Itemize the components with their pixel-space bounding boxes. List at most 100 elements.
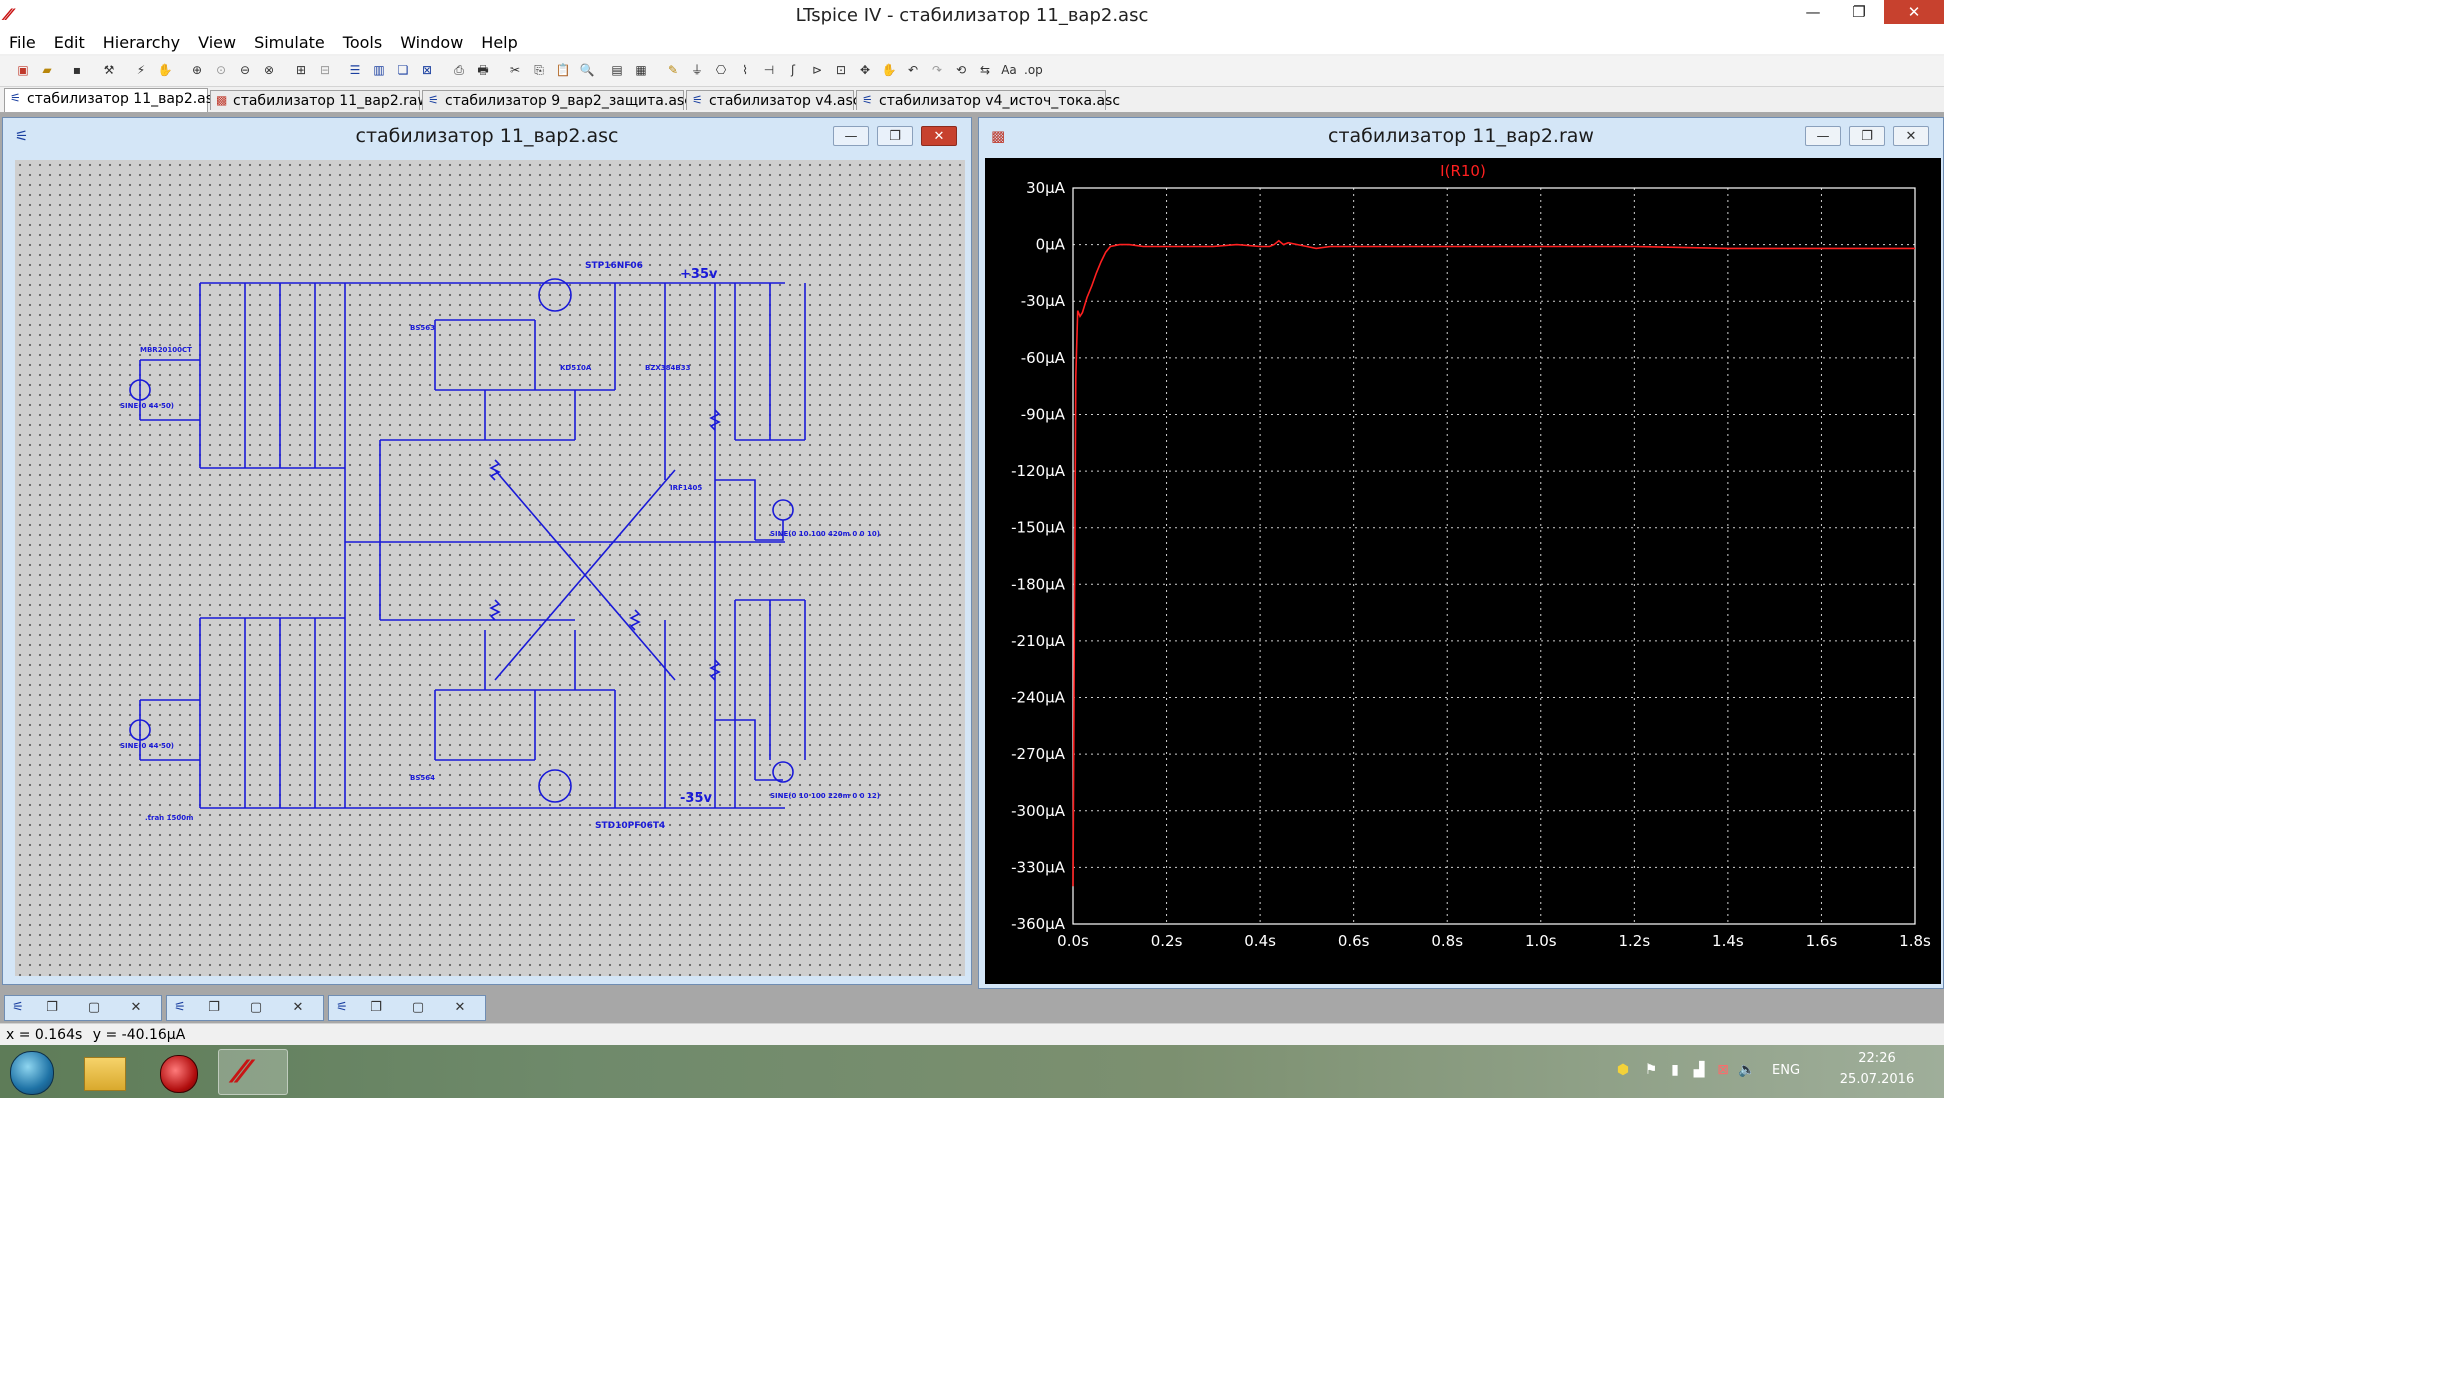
menu-tools[interactable]: Tools	[334, 32, 391, 54]
maximize-button[interactable]: ❐	[1836, 0, 1882, 24]
plot-close-button[interactable]: ✕	[1893, 126, 1929, 146]
volume-icon[interactable]: 🔈	[1738, 1061, 1756, 1079]
zoom-fit-icon[interactable]: ⊗	[260, 61, 278, 79]
spice-directive-icon[interactable]: .op	[1024, 61, 1043, 79]
zoom-in-icon[interactable]: ⊕	[188, 61, 206, 79]
cascade-icon[interactable]: ❏	[394, 61, 412, 79]
plot-window-titlebar[interactable]: ▩ стабилизатор 11_вар2.raw — ❐ ✕	[979, 118, 1943, 152]
schematic-icon: ⚟	[336, 1000, 348, 1015]
menu-edit[interactable]: Edit	[45, 32, 94, 54]
schematic-minimize-button[interactable]: —	[833, 126, 869, 146]
printer-icon[interactable]: ▦	[632, 61, 650, 79]
schematic-restore-button[interactable]: ❐	[877, 126, 913, 146]
close-icon[interactable]: ✕	[125, 999, 147, 1017]
drag-icon[interactable]: ✋	[880, 61, 898, 79]
schematic-window-titlebar[interactable]: ⚟ стабилизатор 11_вар2.asc — ❐ ✕	[3, 118, 971, 152]
menu-help[interactable]: Help	[472, 32, 526, 54]
flag-icon[interactable]: ⚑	[1642, 1061, 1660, 1079]
schematic-window[interactable]: ⚟ стабилизатор 11_вар2.asc — ❐ ✕ +35v -3…	[2, 117, 972, 985]
print-icon[interactable]: 🖶	[474, 61, 492, 79]
battery-icon[interactable]: ▮	[1666, 1061, 1684, 1079]
clock-time[interactable]: 22:26	[1832, 1051, 1922, 1066]
tile-vertical-icon[interactable]: ▥	[370, 61, 388, 79]
tab-waveform-main[interactable]: ▩ стабилизатор 11_вар2.raw	[210, 90, 429, 110]
print2-icon[interactable]: ▤	[608, 61, 626, 79]
control-panel-icon[interactable]: ⚒	[100, 61, 118, 79]
network-error-icon[interactable]: ⊠	[1714, 1061, 1732, 1079]
redo-icon[interactable]: ↷	[928, 61, 946, 79]
component-icon[interactable]: ⊡	[832, 61, 850, 79]
tab-schematic-protection[interactable]: ⚟ стабилизатор 9_вар2_защита.asc	[422, 90, 692, 110]
schematic-canvas[interactable]: +35v -35v STP16NF06 STD10PF06T4 .tran 15…	[15, 160, 965, 976]
schematic-icon: ⚟	[12, 1000, 24, 1015]
plot-window[interactable]: ▩ стабилизатор 11_вар2.raw — ❐ ✕ 0.0s 0.2…	[978, 117, 1944, 989]
print-preview-icon[interactable]: ⎙	[450, 61, 468, 79]
tab-schematic-main[interactable]: ⚟ стабилизатор 11_вар2.asc	[4, 88, 221, 112]
autoscale-icon[interactable]: ⊞	[292, 61, 310, 79]
close-all-icon[interactable]: ⊠	[418, 61, 436, 79]
open-folder-icon[interactable]: ▰	[38, 61, 56, 79]
tab-schematic-v4[interactable]: ⚟ стабилизатор v4.asc	[686, 90, 861, 110]
label-net-icon[interactable]: ⎔	[712, 61, 730, 79]
paste-icon[interactable]: 📋	[554, 61, 572, 79]
schematic-icon: ⚟	[692, 93, 703, 107]
language-indicator[interactable]: ENG	[1772, 1063, 1800, 1078]
undo-icon[interactable]: ↶	[904, 61, 922, 79]
tab-schematic-v4-current[interactable]: ⚟ стабилизатор v4_источ_тока.asc	[856, 90, 1120, 110]
clock-date[interactable]: 25.07.2016	[1832, 1072, 1922, 1087]
capacitor-icon[interactable]: ⊣	[760, 61, 778, 79]
move-icon[interactable]: ✥	[856, 61, 874, 79]
start-button[interactable]	[10, 1051, 54, 1095]
close-button[interactable]: ✕	[1884, 0, 1944, 24]
close-icon[interactable]: ✕	[449, 999, 471, 1017]
maximize-icon[interactable]: ▢	[83, 999, 105, 1017]
cut-icon[interactable]: ✂	[506, 61, 524, 79]
minimized-window-2[interactable]: ⚟ ❐ ▢ ✕	[166, 995, 324, 1021]
rotate-icon[interactable]: ⟲	[952, 61, 970, 79]
zoom-out-icon[interactable]: ⊖	[236, 61, 254, 79]
minimize-button[interactable]: —	[1790, 0, 1836, 24]
save-icon[interactable]: ▪	[68, 61, 86, 79]
network-signal-icon[interactable]: ▟	[1690, 1061, 1708, 1079]
mdi-workspace: ⚟ стабилизатор 11_вар2.asc — ❐ ✕ +35v -3…	[0, 113, 1944, 993]
wire-icon[interactable]: ✎	[664, 61, 682, 79]
maximize-icon[interactable]: ▢	[245, 999, 267, 1017]
tile-horizontal-icon[interactable]: ☰	[346, 61, 364, 79]
trace-name-label[interactable]: I(R10)	[1440, 162, 1486, 180]
copy-icon[interactable]: ⎘	[530, 61, 548, 79]
taskbar-explorer[interactable]	[70, 1049, 140, 1095]
menu-window[interactable]: Window	[391, 32, 472, 54]
mirror-icon[interactable]: ⇆	[976, 61, 994, 79]
diode-icon[interactable]: ⊳	[808, 61, 826, 79]
minimized-window-3[interactable]: ⚟ ❐ ▢ ✕	[328, 995, 486, 1021]
menu-view[interactable]: View	[189, 32, 245, 54]
taskbar-ltspice[interactable]: ⁄⁄	[218, 1049, 288, 1095]
taskbar-media-player[interactable]	[144, 1049, 214, 1095]
restore-icon[interactable]: ❐	[203, 999, 225, 1017]
maximize-icon[interactable]: ▢	[407, 999, 429, 1017]
inductor-icon[interactable]: ʃ	[784, 61, 802, 79]
menu-file[interactable]: File	[0, 32, 45, 54]
plot-minimize-button[interactable]: —	[1805, 126, 1841, 146]
halt-icon[interactable]: ✋	[156, 61, 174, 79]
v3-source-label: SINE(0 10 100 420m 0 0 10)	[770, 530, 880, 538]
x-tick-label: 1.4s	[1712, 932, 1744, 950]
ground-icon[interactable]: ⏚	[688, 61, 706, 79]
resistor-icon[interactable]: ⌇	[736, 61, 754, 79]
pan-icon[interactable]: ⊙	[212, 61, 230, 79]
menu-simulate[interactable]: Simulate	[245, 32, 334, 54]
restore-icon[interactable]: ❐	[365, 999, 387, 1017]
new-schematic-icon[interactable]: ▣	[14, 61, 32, 79]
schematic-close-button[interactable]: ✕	[921, 126, 957, 146]
find-icon[interactable]: 🔍	[578, 61, 596, 79]
text-icon[interactable]: Aa	[1000, 61, 1018, 79]
minimized-window-1[interactable]: ⚟ ❐ ▢ ✕	[4, 995, 162, 1021]
close-icon[interactable]: ✕	[287, 999, 309, 1017]
security-icon[interactable]: ⬢	[1614, 1061, 1632, 1079]
waveform-plot[interactable]: 0.0s 0.2s 0.4s 0.6s 0.8s 1.0s 1.2s 1.4s 1.6s 1.8s…	[985, 158, 1941, 984]
restore-icon[interactable]: ❐	[41, 999, 63, 1017]
delete-trace-icon[interactable]: ⊟	[316, 61, 334, 79]
run-icon[interactable]: ⚡	[132, 61, 150, 79]
menu-hierarchy[interactable]: Hierarchy	[94, 32, 189, 54]
plot-restore-button[interactable]: ❐	[1849, 126, 1885, 146]
